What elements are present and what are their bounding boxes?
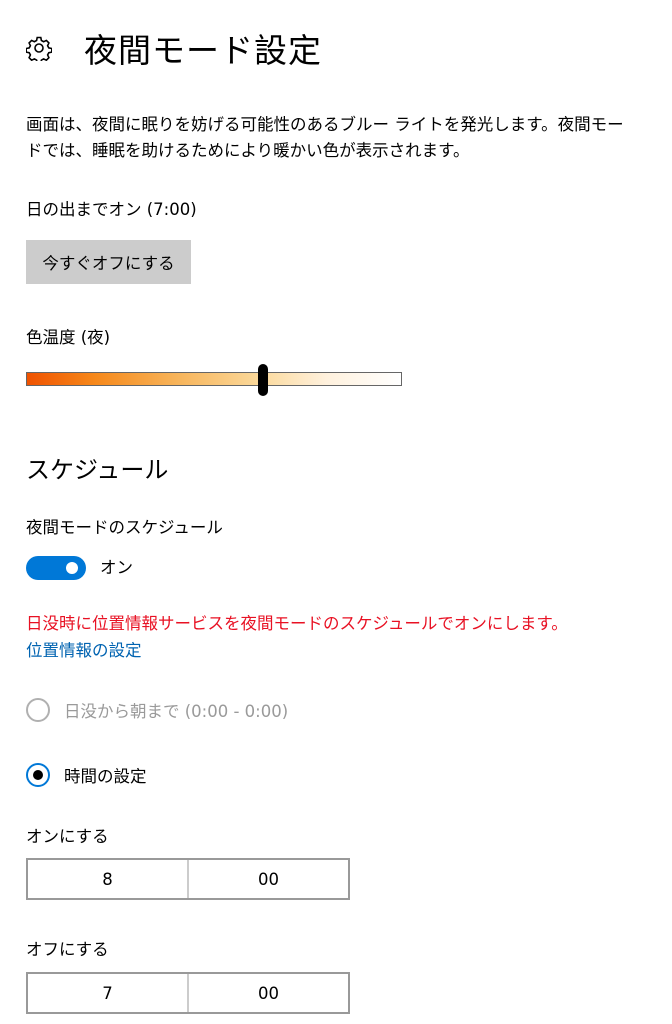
slider-gradient-fill — [27, 373, 401, 385]
color-temperature-label: 色温度 (夜) — [26, 328, 111, 347]
page-header: 夜間モード設定 — [25, 26, 322, 70]
turn-on-minute[interactable]: 00 — [189, 860, 348, 898]
turn-off-time-label: オフにする — [26, 940, 109, 959]
turn-off-time-picker[interactable]: 7 00 — [26, 972, 350, 1014]
turn-on-hour[interactable]: 8 — [28, 860, 189, 898]
turn-off-minute[interactable]: 00 — [189, 974, 348, 1012]
location-settings-link[interactable]: 位置情報の設定 — [26, 637, 142, 661]
schedule-toggle[interactable] — [26, 556, 86, 580]
turn-off-hour[interactable]: 7 — [28, 974, 189, 1012]
schedule-section-title: スケジュール — [26, 456, 169, 484]
radio-label-set-hours: 時間の設定 — [64, 767, 147, 786]
color-temperature-slider[interactable] — [26, 364, 402, 396]
page-title: 夜間モード設定 — [84, 31, 322, 70]
radio-label-sunset-to-sunrise: 日没から朝まで (0:00 - 0:00) — [64, 702, 289, 721]
radio-unchecked-icon[interactable] — [26, 698, 50, 722]
turn-on-time-label: オンにする — [26, 827, 109, 846]
turn-on-time-picker[interactable]: 8 00 — [26, 858, 350, 900]
schedule-toggle-label: 夜間モードのスケジュール — [26, 518, 223, 537]
toggle-state-label: オン — [100, 558, 133, 577]
toggle-knob — [66, 562, 78, 574]
location-warning-text: 日没時に位置情報サービスを夜間モードのスケジュールでオンにします。 — [26, 614, 568, 633]
turn-off-now-button[interactable]: 今すぐオフにする — [26, 240, 191, 284]
radio-sunset-to-sunrise[interactable]: 日没から朝まで (0:00 - 0:00) — [26, 698, 288, 722]
gear-icon — [25, 35, 53, 64]
radio-checked-icon[interactable] — [26, 763, 50, 787]
radio-set-hours[interactable]: 時間の設定 — [26, 763, 147, 787]
night-light-status: 日の出までオン (7:00) — [26, 200, 197, 219]
slider-thumb[interactable] — [257, 364, 268, 396]
description-text: 画面は、夜間に眠りを妨げる可能性のあるブルー ライトを発光します。夜間モードでは… — [26, 115, 624, 160]
